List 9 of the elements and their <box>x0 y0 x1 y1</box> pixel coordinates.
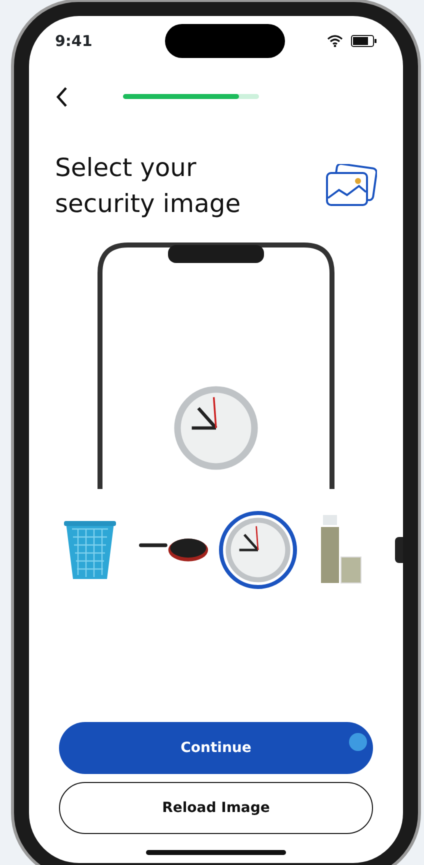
wifi-icon <box>327 35 343 47</box>
page-title: Select your security image <box>55 152 242 220</box>
back-icon <box>55 86 69 108</box>
battery-icon <box>351 35 377 47</box>
status-time: 9:41 <box>55 30 92 52</box>
image-icon <box>325 164 377 208</box>
reload-button[interactable]: Reload Image <box>59 782 373 834</box>
continue-button[interactable]: Continue <box>59 722 373 774</box>
clock-thumbnail[interactable] <box>219 510 297 588</box>
